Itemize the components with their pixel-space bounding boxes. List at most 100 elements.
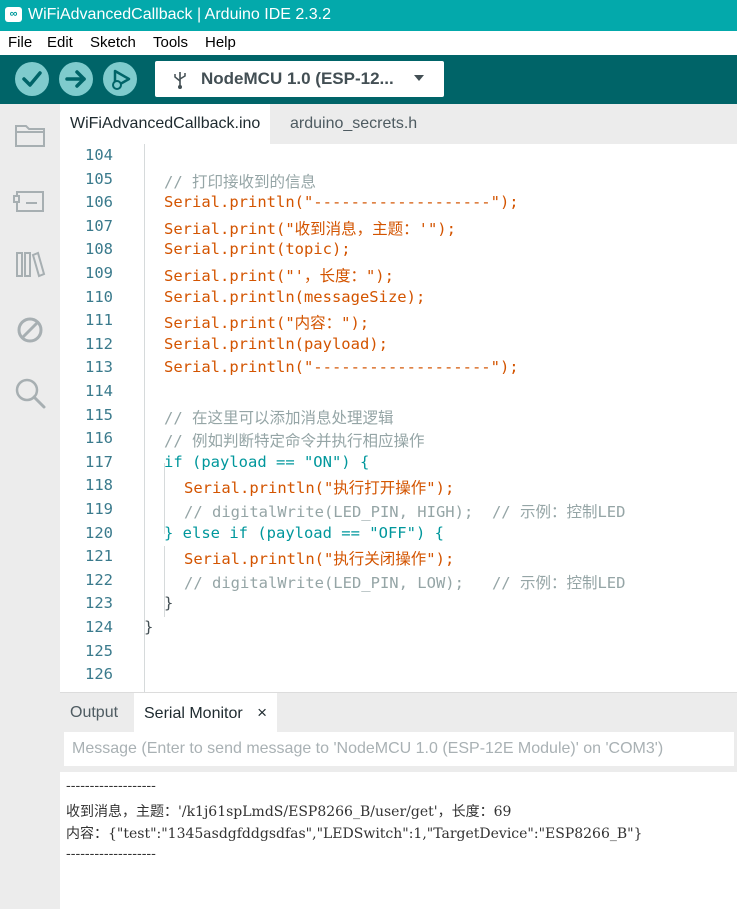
line-number: 117: [85, 452, 113, 471]
board-name: NodeMCU 1.0 (ESP-12...: [201, 69, 394, 88]
arduino-logo-icon: ∞: [5, 7, 22, 22]
code-line: 114: [60, 382, 737, 406]
code-line: 116 // 例如判断特定命令并执行相应操作: [60, 429, 737, 453]
line-number: 112: [85, 334, 113, 353]
code-text: if (payload == "ON") {: [164, 452, 370, 471]
line-number: 114: [85, 382, 113, 400]
verify-button[interactable]: [15, 62, 49, 96]
line-number: 118: [85, 476, 113, 495]
line-number: 113: [85, 358, 113, 377]
code-line: 126: [60, 665, 737, 689]
code-text: Serial.print("内容：");: [164, 314, 370, 333]
code-text: Serial.println("-------------------");: [164, 358, 519, 377]
code-line: 105 // 打印接收到的信息: [60, 170, 737, 194]
line-number: 119: [85, 500, 113, 518]
code-text: Serial.print("收到消息，主题：'");: [164, 219, 456, 238]
board-selector[interactable]: NodeMCU 1.0 (ESP-12...: [155, 61, 444, 97]
code-line: 125: [60, 642, 737, 666]
bottom-panel-tabs: Output Serial Monitor ×: [60, 692, 737, 733]
code-text: Serial.print(topic);: [164, 240, 351, 259]
code-editor[interactable]: 104 105 // 打印接收到的信息 106 Serial.println("----…: [60, 144, 737, 692]
window-title: WiFiAdvancedCallback | Arduino IDE 2.3.2: [28, 6, 331, 23]
code-line: 115 // 在这里可以添加消息处理逻辑: [60, 406, 737, 430]
tab-serial-monitor-label: Serial Monitor: [144, 705, 243, 722]
code-line: 118 Serial.println("执行打开操作");: [60, 476, 737, 500]
serial-line: 内容：{"test":"1345asdgfddgsdfas","LEDSwitc…: [66, 826, 643, 842]
line-number: 124: [85, 618, 113, 636]
debug-button[interactable]: [103, 62, 137, 96]
code-text: Serial.println(payload);: [164, 334, 388, 353]
line-number: 115: [85, 405, 113, 424]
code-text: Serial.println("-------------------");: [164, 193, 519, 212]
code-text: // digitalWrite(LED_PIN, LOW); // 示例：控制L…: [184, 573, 626, 592]
menu-sketch[interactable]: Sketch: [90, 34, 136, 51]
line-number: 126: [85, 665, 113, 684]
line-number: 123: [85, 594, 113, 613]
line-number: 120: [85, 523, 113, 542]
line-number: 107: [85, 216, 113, 235]
serial-line: -------------------: [66, 778, 156, 794]
code-line: 117 if (payload == "ON") {: [60, 453, 737, 477]
code-line: 108 Serial.print(topic);: [60, 240, 737, 264]
usb-icon: [174, 72, 186, 89]
chevron-down-icon: [414, 75, 424, 81]
code-line: 123}: [60, 594, 737, 618]
line-number: 109: [85, 264, 113, 282]
menu-file[interactable]: File: [8, 34, 32, 51]
sidebar: [0, 104, 60, 909]
tab-arduino-secrets[interactable]: arduino_secrets.h: [280, 104, 427, 144]
code-line: 112 Serial.println(payload);: [60, 335, 737, 359]
tab-wifiadvancedcallback[interactable]: WiFiAdvancedCallback.ino: [60, 104, 271, 144]
sketchbook-folder-icon[interactable]: [13, 118, 47, 152]
code-text: }: [164, 594, 174, 613]
code-text: // 在这里可以添加消息处理逻辑: [164, 408, 394, 427]
close-icon[interactable]: ×: [257, 693, 267, 733]
menu-tools[interactable]: Tools: [153, 34, 188, 51]
line-number: 110: [85, 287, 113, 306]
line-number: 104: [85, 146, 113, 164]
menu-help[interactable]: Help: [205, 34, 236, 51]
code-line: 122 // digitalWrite(LED_PIN, LOW); // 示例：…: [60, 571, 737, 595]
line-number: 122: [85, 570, 113, 589]
code-text: Serial.print("'，长度：");: [164, 267, 394, 285]
line-number: 105: [85, 169, 113, 188]
verify-check-icon: [22, 71, 42, 87]
debug-icon[interactable]: [13, 313, 47, 347]
code-line: 113 Serial.println("-------------------")…: [60, 358, 737, 382]
serial-message-bar: [60, 732, 737, 772]
serial-line: -------------------: [66, 846, 156, 862]
library-manager-icon[interactable]: [13, 247, 47, 281]
serial-output: ------------------- 收到消息，主题：'/k1j61spLmd…: [60, 772, 737, 909]
code-line: 110 Serial.println(messageSize);: [60, 288, 737, 312]
tab-serial-monitor[interactable]: Serial Monitor ×: [134, 693, 278, 733]
code-text: // 打印接收到的信息: [164, 172, 316, 191]
line-number: 121: [85, 547, 113, 566]
code-text: Serial.println(messageSize);: [164, 287, 426, 306]
code-text: } else if (payload == "OFF") {: [164, 523, 444, 542]
menu-edit[interactable]: Edit: [47, 34, 73, 51]
code-text: // 例如判断特定命令并执行相应操作: [164, 432, 425, 451]
file-tabs: WiFiAdvancedCallback.ino arduino_secrets…: [60, 104, 737, 144]
code-text: Serial.println("执行打开操作");: [184, 479, 455, 498]
code-line: 124}: [60, 618, 737, 642]
debug-play-icon: [112, 69, 131, 90]
code-text: Serial.println("执行关闭操作");: [184, 550, 455, 569]
code-text: // digitalWrite(LED_PIN, HIGH); // 示例：控制…: [184, 503, 626, 521]
upload-button[interactable]: [59, 62, 93, 96]
code-line: 121 Serial.println("执行关闭操作");: [60, 547, 737, 571]
line-number: 116: [85, 429, 113, 448]
code-line: 107 Serial.print("收到消息，主题：'");: [60, 217, 737, 241]
line-number: 108: [85, 240, 113, 259]
code-text: }: [144, 618, 154, 636]
code-line: 119 // digitalWrite(LED_PIN, HIGH); // 示例…: [60, 500, 737, 524]
code-line: 109 Serial.print("'，长度：");: [60, 264, 737, 288]
line-number: 125: [85, 641, 113, 660]
tab-output[interactable]: Output: [70, 693, 118, 733]
search-icon[interactable]: [13, 376, 47, 410]
boards-manager-icon[interactable]: [13, 184, 47, 218]
line-number: 111: [85, 311, 113, 330]
line-number: 106: [85, 193, 113, 212]
serial-message-input[interactable]: [64, 732, 734, 766]
serial-line: 收到消息，主题：'/k1j61spLmdS/ESP8266_B/user/get…: [66, 804, 512, 820]
code-line: 111 Serial.print("内容：");: [60, 311, 737, 335]
